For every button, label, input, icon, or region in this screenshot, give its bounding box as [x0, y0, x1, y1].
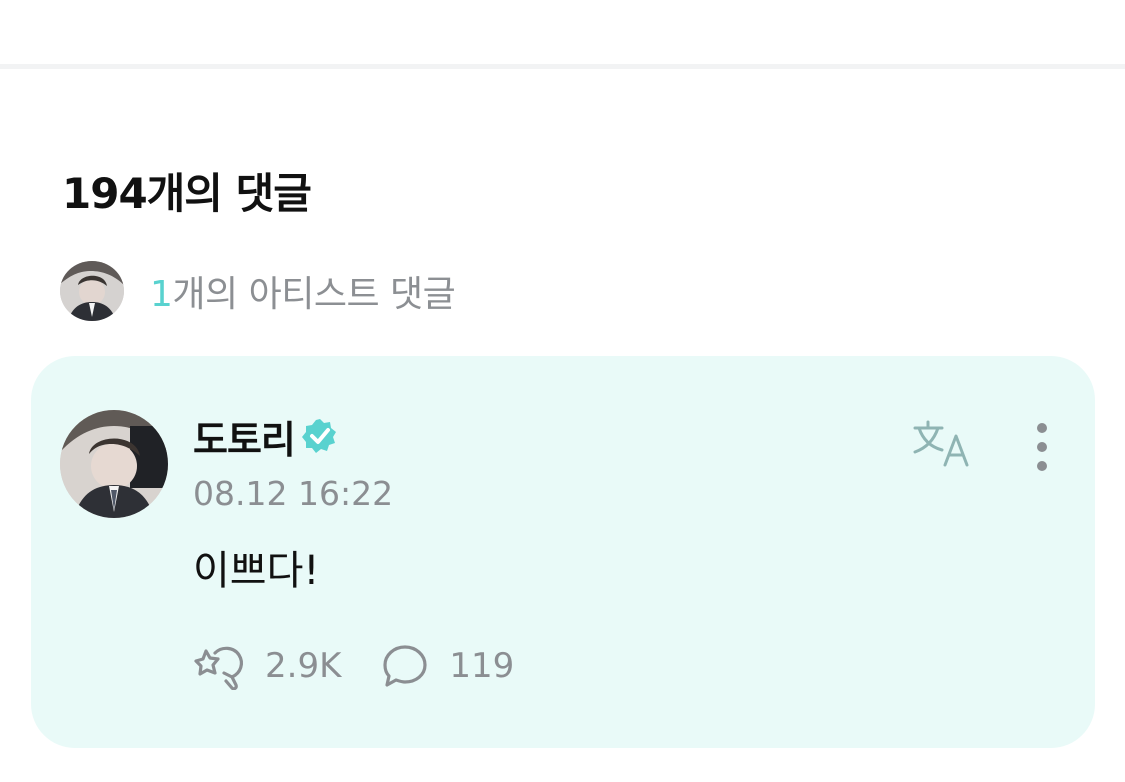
reply-icon — [383, 645, 427, 687]
comment-text: 이쁘다! — [193, 548, 320, 594]
comment-timestamp: 08.12 16:22 — [193, 474, 394, 513]
artist-comments-label: 1개의 아티스트 댓글 — [150, 265, 456, 317]
more-options-button[interactable] — [1025, 420, 1059, 474]
comment-count-heading: 194개의 댓글 — [62, 169, 312, 218]
author-line: 도토리 — [193, 412, 339, 462]
more-vertical-icon — [1037, 423, 1047, 471]
like-button[interactable]: 2.9K — [193, 642, 341, 690]
translate-button[interactable] — [911, 418, 973, 468]
artist-comment-card: 도토리 08.12 16:22 이쁘다! 2.9K 119 — [31, 356, 1095, 748]
translate-icon — [913, 420, 969, 467]
like-icon — [194, 646, 243, 690]
comment-reactions: 2.9K 119 — [193, 642, 514, 690]
author-avatar[interactable] — [60, 410, 168, 518]
reply-count: 119 — [449, 646, 515, 686]
reply-button[interactable]: 119 — [381, 643, 514, 689]
like-count: 2.9K — [265, 646, 342, 686]
artist-avatar — [60, 261, 124, 321]
artist-comment-count: 1 — [150, 274, 173, 315]
verified-check-icon — [301, 419, 336, 453]
top-divider — [0, 64, 1125, 69]
author-name[interactable]: 도토리 — [193, 409, 296, 464]
artist-comments-summary[interactable]: 1개의 아티스트 댓글 — [60, 260, 456, 322]
artist-comment-text: 개의 아티스트 댓글 — [172, 274, 456, 315]
